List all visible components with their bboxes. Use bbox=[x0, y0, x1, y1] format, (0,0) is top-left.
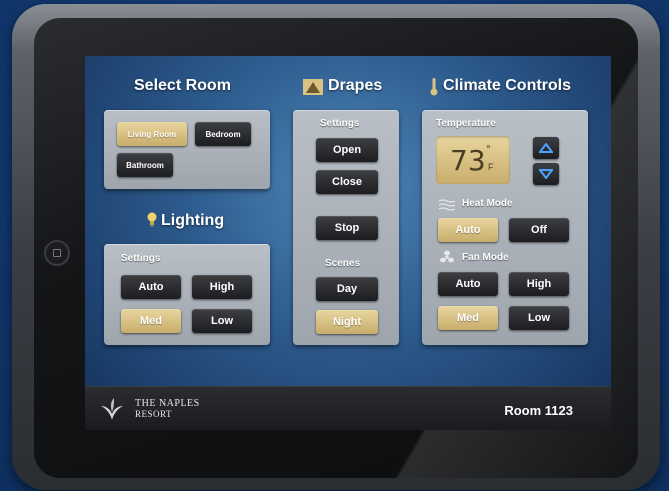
heat-mode-label: Heat Mode bbox=[462, 198, 513, 209]
home-button[interactable] bbox=[44, 240, 70, 266]
heat-waves-icon bbox=[438, 198, 456, 216]
drapes-stop-button[interactable]: Stop bbox=[316, 216, 378, 240]
drapes-open-button[interactable]: Open bbox=[316, 138, 378, 162]
room-bathroom-button[interactable]: Bathroom bbox=[117, 153, 173, 177]
resort-logo-icon bbox=[99, 396, 125, 427]
climate-panel: Temperature 73 ° F Heat Mode Auto Off Fa… bbox=[422, 110, 588, 345]
brand-line-2: Resort bbox=[135, 409, 172, 419]
heat-off-button[interactable]: Off bbox=[509, 218, 569, 242]
fan-med-button[interactable]: Med bbox=[438, 306, 498, 330]
temperature-degree: ° bbox=[486, 142, 491, 156]
select-room-panel: Living Room Bedroom Bathroom bbox=[104, 110, 270, 189]
room-number-label: Room 1123 bbox=[504, 403, 573, 418]
resort-brand: The Naples Resort bbox=[135, 398, 200, 420]
climate-controls-title: Climate Controls bbox=[443, 77, 572, 94]
footer-bar: The Naples Resort Room 1123 bbox=[85, 386, 611, 430]
drapes-panel: Settings Open Close Stop Scenes Day Nigh… bbox=[293, 110, 399, 345]
lighting-high-button[interactable]: High bbox=[192, 275, 252, 299]
drapes-icon bbox=[303, 79, 323, 100]
arrow-down-icon bbox=[539, 169, 553, 179]
drapes-close-button[interactable]: Close bbox=[316, 170, 378, 194]
drapes-settings-label: Settings bbox=[320, 118, 360, 129]
arrow-up-icon bbox=[539, 143, 553, 153]
lighting-title: Lighting bbox=[161, 212, 225, 229]
temperature-value: 73 bbox=[450, 144, 486, 177]
drapes-scenes-label: Scenes bbox=[325, 258, 361, 269]
fan-auto-button[interactable]: Auto bbox=[438, 272, 498, 296]
thermometer-icon bbox=[430, 78, 438, 101]
drapes-title: Drapes bbox=[328, 77, 383, 94]
temperature-display: 73 ° F bbox=[436, 136, 510, 184]
scene-day-button[interactable]: Day bbox=[316, 277, 378, 301]
temperature-down-button[interactable] bbox=[533, 163, 559, 185]
lightbulb-icon bbox=[147, 212, 157, 233]
lighting-low-button[interactable]: Low bbox=[192, 309, 252, 333]
fan-mode-label: Fan Mode bbox=[462, 252, 509, 263]
lighting-panel: Settings Auto High Med Low bbox=[104, 244, 270, 345]
lighting-settings-label: Settings bbox=[121, 253, 161, 264]
select-room-title: Select Room bbox=[134, 77, 231, 94]
lighting-med-button[interactable]: Med bbox=[121, 309, 181, 333]
fan-high-button[interactable]: High bbox=[509, 272, 569, 296]
room-living-room-button[interactable]: Living Room bbox=[117, 122, 187, 146]
temperature-unit: F bbox=[488, 162, 494, 172]
brand-line-1: The Naples bbox=[135, 398, 200, 409]
temperature-up-button[interactable] bbox=[533, 137, 559, 159]
lighting-auto-button[interactable]: Auto bbox=[121, 275, 181, 299]
temperature-label: Temperature bbox=[436, 118, 496, 129]
control-screen: Select Room Living Room Bedroom Bathroom… bbox=[85, 56, 611, 430]
scene-night-button[interactable]: Night bbox=[316, 310, 378, 334]
fan-low-button[interactable]: Low bbox=[509, 306, 569, 330]
fan-icon bbox=[439, 250, 455, 269]
heat-auto-button[interactable]: Auto bbox=[438, 218, 498, 242]
room-bedroom-button[interactable]: Bedroom bbox=[195, 122, 251, 146]
